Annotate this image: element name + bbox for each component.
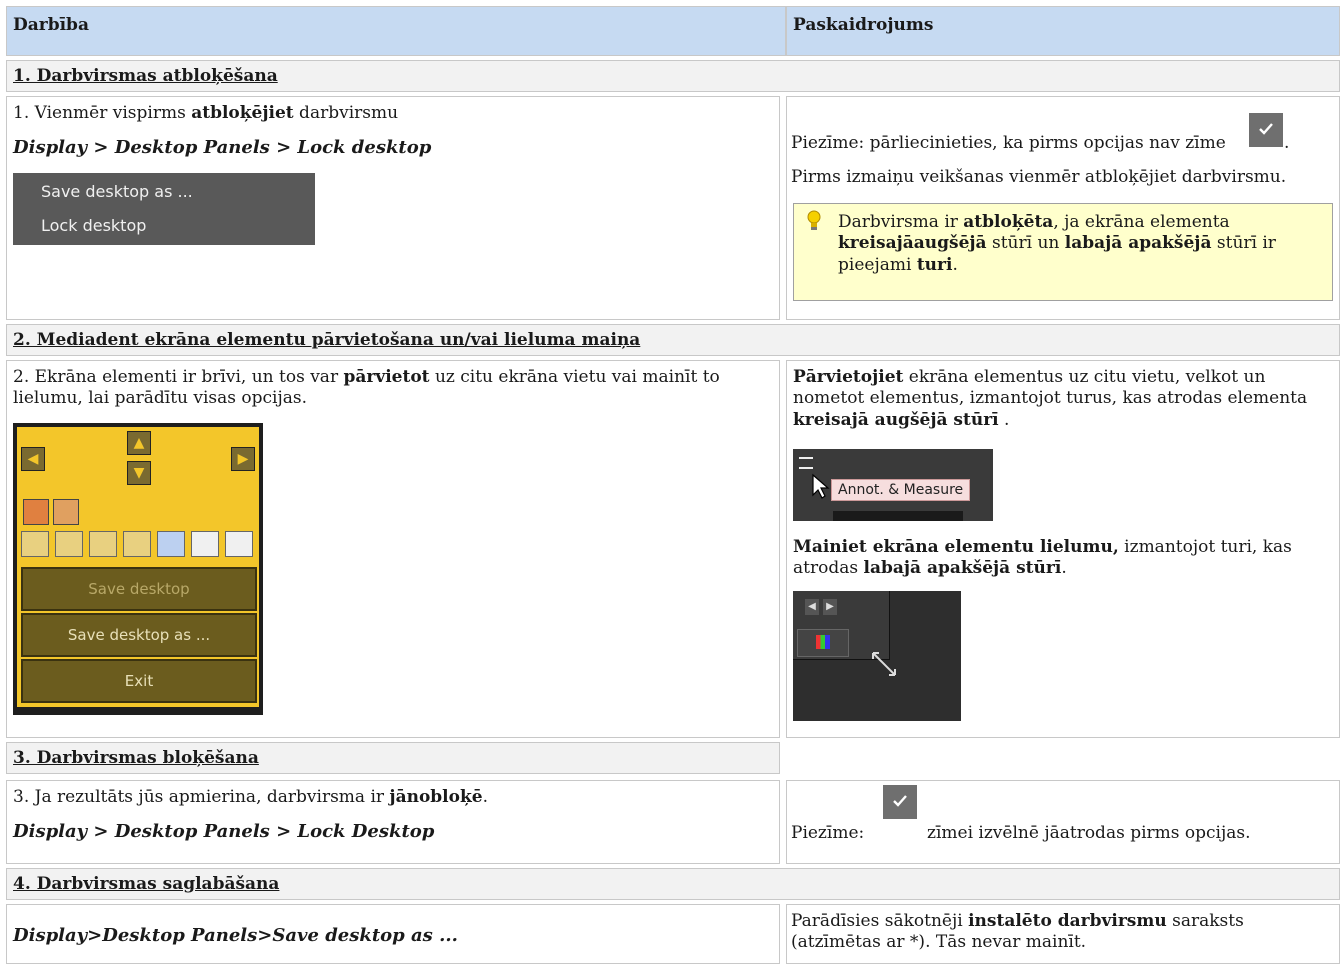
section-3-title: 3. Darbvirsmas bloķēšana (6, 742, 780, 774)
arrow-down-icon[interactable]: ▼ (127, 461, 151, 485)
section-4-right-cell: Parādīsies sākotnēji instalēto darbvirsm… (786, 904, 1340, 964)
section-4-path: Display>Desktop Panels>Save desktop as .… (13, 925, 458, 946)
exit-button[interactable]: Exit (21, 659, 257, 703)
section-2-title: 2. Mediadent ekrāna elementu pārvietošan… (6, 324, 1340, 356)
desktop-menu: Save desktop as ... Lock desktop (13, 173, 315, 245)
arrow-left-icon[interactable]: ◀ (21, 447, 45, 471)
section-2-left-cell: 2. Ekrāna elementi ir brīvi, un tos var … (6, 360, 780, 738)
tip-box: Darbvirsma ir atbloķēta, ja ekrāna eleme… (793, 203, 1333, 301)
tip-text: Darbvirsma ir atbloķēta, ja ekrāna eleme… (838, 212, 1276, 275)
section-2-right-cell: Pārvietojiet ekrāna elementus uz citu vi… (786, 360, 1340, 738)
color-grid-icon[interactable] (797, 629, 849, 657)
section-1-note: Piezīme: pārliecinieties, ka pirms opcij… (791, 133, 1226, 153)
layout-split-icon[interactable] (191, 531, 219, 557)
arrow-up-icon[interactable]: ▲ (127, 431, 151, 455)
header-explanation: Paskaidrojums (786, 6, 1340, 56)
header-action: Darbība (6, 6, 786, 56)
section-3-note-prefix: Piezīme: (791, 823, 865, 843)
drag-handle-icon[interactable] (799, 457, 813, 469)
section-2-title-text: 2. Mediadent ekrāna elementu pārvietošan… (13, 330, 641, 350)
section-3-title-text: 3. Darbvirsmas bloķēšana (13, 748, 259, 768)
cursor-icon (812, 473, 830, 499)
scroll-left-icon[interactable]: ◀ (805, 599, 819, 615)
section-1-path: Display > Desktop Panels > Lock desktop (13, 137, 432, 158)
layout-top-right-icon[interactable] (55, 531, 83, 557)
layout-center-icon[interactable] (157, 531, 185, 557)
section-1-title: 1. Darbvirsmas atbloķēšana (6, 60, 1340, 92)
section-1-note-2: Pirms izmaiņu veikšanas vienmēr atbloķēj… (791, 167, 1287, 187)
lightbulb-icon (807, 210, 821, 230)
layout-top-left-icon[interactable] (21, 531, 49, 557)
magnet-grid-icon[interactable] (53, 499, 79, 525)
section-2-instruction: 2. Ekrāna elementi ir brīvi, un tos var … (13, 367, 720, 409)
header-action-label: Darbība (13, 15, 89, 35)
section-4-text: Parādīsies sākotnēji instalēto darbvirsm… (791, 911, 1244, 953)
desktop-panel-screenshot: ◀ ▲ ▼ ▶ Save desktop Save desktop as ...… (13, 423, 263, 715)
checkmark-icon (1249, 113, 1283, 147)
header-explanation-label: Paskaidrojums (793, 15, 934, 35)
resize-handle-icon[interactable] (869, 649, 899, 679)
section-3-instruction: 3. Ja rezultāts jūs apmierina, darbvirsm… (13, 787, 488, 807)
section-1-title-text: 1. Darbvirsmas atbloķēšana (13, 66, 278, 86)
section-1-instruction: 1. Vienmēr vispirms atbloķējiet darbvirs… (13, 103, 399, 123)
layout-top-icon[interactable] (89, 531, 117, 557)
section-3-right-cell: Piezīme: zīmei izvēlnē jāatrodas pirms o… (786, 780, 1340, 864)
arrow-right-icon[interactable]: ▶ (231, 447, 255, 471)
section-4-title: 4. Darbvirsmas saglabāšana (6, 868, 1340, 900)
menu-item-save-desktop-as[interactable]: Save desktop as ... (41, 182, 193, 201)
section-4-left-cell: Display>Desktop Panels>Save desktop as .… (6, 904, 780, 964)
section-1-right-cell: Piezīme: pārliecinieties, ka pirms opcij… (786, 96, 1340, 320)
layout-rows-icon[interactable] (225, 531, 253, 557)
section-4-title-text: 4. Darbvirsmas saglabāšana (13, 874, 280, 894)
section-3-left-cell: 3. Ja rezultāts jūs apmierina, darbvirsm… (6, 780, 780, 864)
save-desktop-as-button[interactable]: Save desktop as ... (21, 613, 257, 657)
section-1-note-end: . (1284, 133, 1290, 153)
annot-measure-tooltip: Annot. & Measure (831, 479, 971, 501)
layout-bottom-icon[interactable] (123, 531, 151, 557)
scroll-right-icon[interactable]: ▶ (823, 599, 837, 615)
save-desktop-button[interactable]: Save desktop (21, 567, 257, 611)
resize-handle-screenshot: ◀ ▶ (793, 591, 961, 721)
section-2-resize-text: Mainiet ekrāna elementu lielumu, izmanto… (793, 537, 1292, 579)
section-3-note-suffix: zīmei izvēlnē jāatrodas pirms opcijas. (927, 823, 1251, 843)
menu-item-lock-desktop[interactable]: Lock desktop (41, 216, 146, 235)
checkmark-icon (883, 785, 917, 819)
layout-toolbar (21, 531, 257, 557)
move-handle-screenshot: Annot. & Measure (793, 449, 993, 521)
section-1-left-cell: 1. Vienmēr vispirms atbloķējiet darbvirs… (6, 96, 780, 320)
section-3-path: Display > Desktop Panels > Lock Desktop (13, 821, 435, 842)
section-2-move-text: Pārvietojiet ekrāna elementus uz citu vi… (793, 367, 1308, 430)
magnet-icon[interactable] (23, 499, 49, 525)
